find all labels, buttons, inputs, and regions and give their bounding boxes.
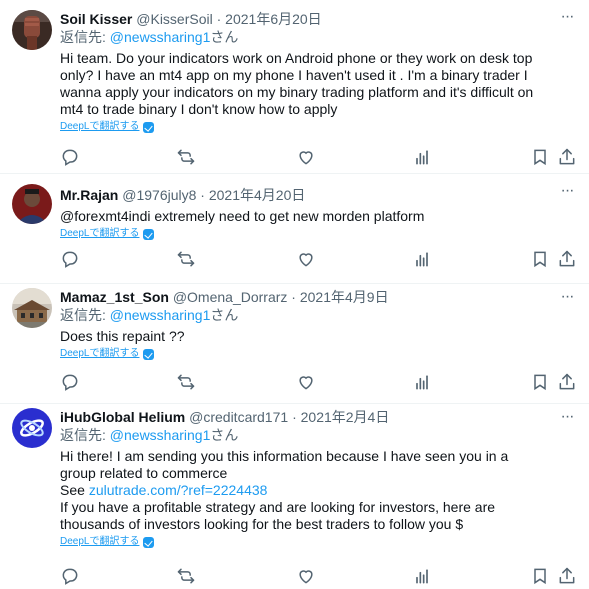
tweet-text-line: thousands of investors looking for the b…: [60, 516, 464, 532]
retweet-icon[interactable]: [176, 372, 196, 392]
reply-mention-link[interactable]: @newssharing1: [110, 427, 211, 443]
tweet-header: iHubGlobal Helium @creditcard171 · 2021年…: [60, 408, 579, 426]
tweet-text: Hi team. Do your indicators work on Andr…: [60, 50, 579, 118]
tweet-header: Mamaz_1st_Son @Omena_Dorrarz · 2021年4月9日: [60, 288, 579, 306]
like-icon[interactable]: [296, 249, 316, 269]
building-avatar-icon[interactable]: [12, 288, 52, 328]
deepl-check-icon: [143, 536, 155, 548]
bookmark-icon[interactable]: [530, 249, 550, 269]
tweet-text-line: See zulutrade.com/?ref=2224438: [60, 482, 579, 499]
separator: ·: [292, 409, 297, 425]
reply-context: 返信先: @newssharing1さん: [60, 28, 579, 46]
separator: ·: [291, 289, 296, 305]
see-prefix: See: [60, 482, 89, 498]
deepl-check-icon: [143, 348, 155, 360]
tweet[interactable]: ··· Soil Kisser @KisserSoil · 2021年6月20日…: [0, 0, 589, 174]
share-icon[interactable]: [557, 249, 577, 269]
tweet-text-line: Does this repaint ??: [60, 328, 185, 344]
retweet-icon[interactable]: [176, 249, 196, 269]
tweet-actions: [60, 566, 579, 586]
tweet-date[interactable]: 2021年4月20日: [209, 187, 306, 203]
zulutrade-link[interactable]: zulutrade.com/?ref=2224438: [89, 482, 268, 498]
reply-context: 返信先: @newssharing1さん: [60, 426, 579, 444]
retweet-icon[interactable]: [176, 566, 196, 586]
separator: ·: [200, 187, 205, 203]
deepl-check-icon: [143, 121, 155, 133]
deepl-translate-link[interactable]: DeepLで翻訳する: [60, 347, 579, 361]
reply-suffix: さん: [210, 307, 239, 323]
user-handle[interactable]: @Omena_Dorrarz: [173, 289, 288, 305]
display-name[interactable]: Mr.Rajan: [60, 187, 118, 203]
deepl-translate-label[interactable]: DeepLで翻訳する: [60, 535, 139, 549]
like-icon[interactable]: [296, 566, 316, 586]
reply-mention-link[interactable]: @newssharing1: [110, 29, 211, 45]
person-avatar-icon[interactable]: [12, 184, 52, 224]
tweet[interactable]: ··· Mr.Rajan @1976july8 · 2021年4月20日 @fo…: [0, 174, 589, 284]
tweet-text-line: group related to commerce: [60, 465, 228, 481]
share-icon[interactable]: [557, 372, 577, 392]
bookmark-icon[interactable]: [530, 372, 550, 392]
deepl-translate-link[interactable]: DeepLで翻訳する: [60, 227, 579, 241]
like-icon[interactable]: [296, 147, 316, 167]
analytics-icon[interactable]: [412, 372, 432, 392]
deepl-translate-label[interactable]: DeepLで翻訳する: [60, 347, 139, 361]
analytics-icon[interactable]: [412, 566, 432, 586]
reply-icon[interactable]: [60, 249, 80, 269]
display-name[interactable]: Soil Kisser: [60, 11, 132, 27]
tweet-text-line: wanna apply your indicators on my binary…: [60, 84, 534, 100]
analytics-icon[interactable]: [412, 147, 432, 167]
ihub-logo-avatar-icon[interactable]: [12, 408, 52, 448]
deepl-translate-link[interactable]: DeepLで翻訳する: [60, 120, 579, 134]
reply-suffix: さん: [210, 427, 239, 443]
deepl-translate-link[interactable]: DeepLで翻訳する: [60, 535, 579, 549]
deepl-translate-label[interactable]: DeepLで翻訳する: [60, 120, 139, 134]
bookmark-icon[interactable]: [530, 147, 550, 167]
tweet-date[interactable]: 2021年4月9日: [300, 289, 389, 305]
tweet-text-line: Hi there! I am sending you this informat…: [60, 448, 509, 464]
deepl-check-icon: [143, 228, 155, 240]
reply-suffix: さん: [210, 29, 239, 45]
reply-icon[interactable]: [60, 566, 80, 586]
reply-prefix: 返信先:: [60, 307, 106, 323]
reply-mention-link[interactable]: @newssharing1: [110, 307, 211, 323]
display-name[interactable]: Mamaz_1st_Son: [60, 289, 169, 305]
tweet-text-line: If you have a profitable strategy and ar…: [60, 499, 496, 515]
tweet-text: @forexmt4indi extremely need to get new …: [60, 208, 579, 225]
tweet-actions: [60, 372, 579, 392]
separator: ·: [216, 11, 222, 27]
reply-icon[interactable]: [60, 372, 80, 392]
tweet-feed: · · · Soil Kisser @KisserSoil · 2021年6月20日…: [0, 0, 589, 589]
tweet-header: Mr.Rajan @1976july8 · 2021年4月20日: [60, 186, 579, 204]
tweet-header: Soil Kisser @KisserSoil · 2021年6月20日: [60, 10, 579, 28]
display-name[interactable]: iHubGlobal Helium: [60, 409, 185, 425]
share-icon[interactable]: [557, 566, 577, 586]
retweet-icon[interactable]: [176, 147, 196, 167]
tweet-actions: [60, 249, 579, 269]
like-icon[interactable]: [296, 372, 316, 392]
reply-prefix: 返信先:: [60, 427, 106, 443]
user-handle[interactable]: @1976july8: [122, 187, 196, 203]
tweet-text-line: only? I have an mt4 app on my phone I ha…: [60, 67, 528, 83]
reply-prefix: 返信先:: [60, 29, 106, 45]
user-handle[interactable]: @KisserSoil: [136, 11, 212, 27]
tweet-actions: [60, 147, 579, 167]
share-icon[interactable]: [557, 147, 577, 167]
reply-context: 返信先: @newssharing1さん: [60, 306, 579, 324]
analytics-icon[interactable]: [412, 249, 432, 269]
tweet[interactable]: ··· iHubGlobal Helium @creditcard171 · 2…: [0, 404, 589, 589]
tweet-text: Hi there! I am sending you this informat…: [60, 448, 579, 533]
deepl-translate-label[interactable]: DeepLで翻訳する: [60, 227, 139, 241]
user-handle[interactable]: @creditcard171: [189, 409, 288, 425]
tweet-text-line: @forexmt4indi extremely need to get new …: [60, 208, 425, 224]
tweet-date[interactable]: 2021年2月4日: [301, 409, 390, 425]
tweet-date[interactable]: 2021年6月20日: [225, 11, 322, 27]
tweet[interactable]: ··· Mamaz_1st_Son @Omena_Dorrarz · 2021年…: [0, 284, 589, 404]
tweet-text-line: mt4 to trade binary I don't know how to …: [60, 101, 338, 117]
bookmark-icon[interactable]: [530, 566, 550, 586]
tweet-text: Does this repaint ??: [60, 328, 579, 345]
reply-icon[interactable]: [60, 147, 80, 167]
tweet-text-line: Hi team. Do your indicators work on Andr…: [60, 50, 533, 66]
fist-avatar-icon[interactable]: [12, 10, 52, 50]
